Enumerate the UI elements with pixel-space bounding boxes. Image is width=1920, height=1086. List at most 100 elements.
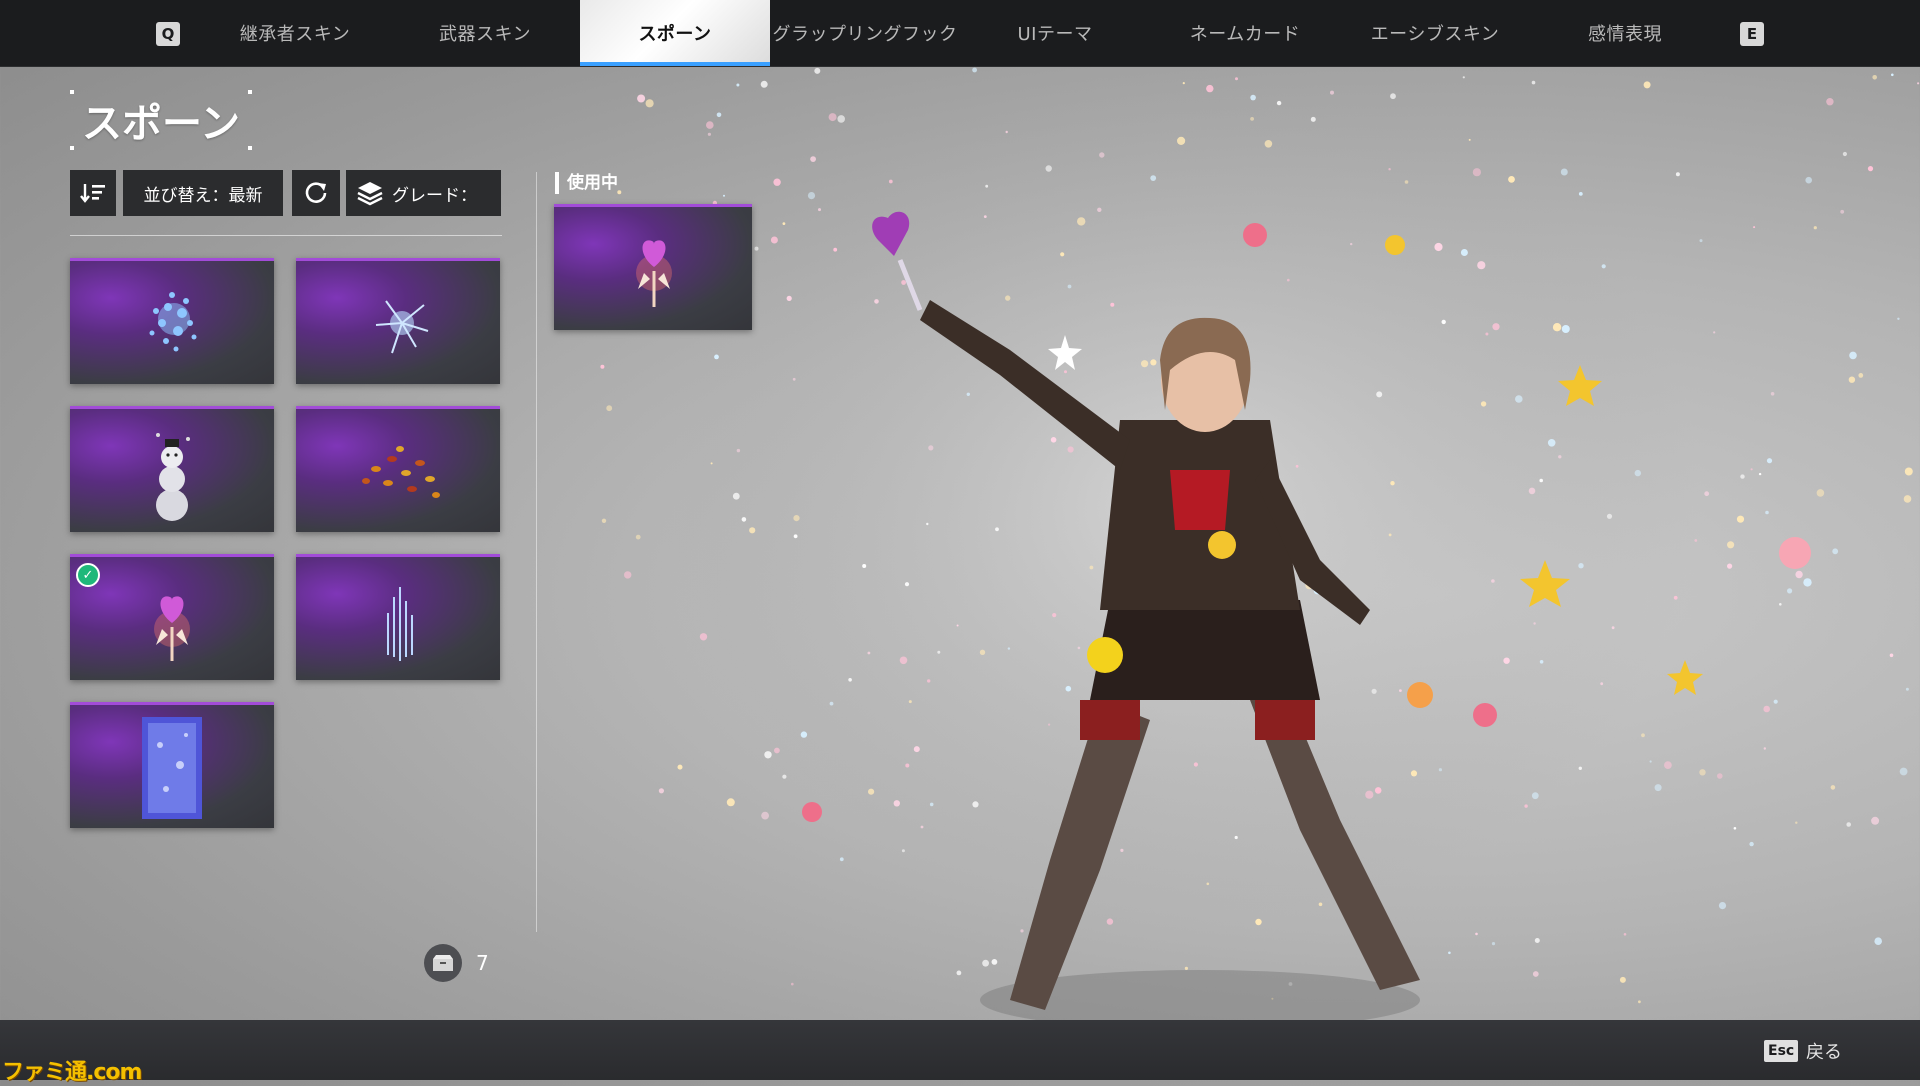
sparkle-particle [1758, 472, 1762, 476]
sparkle-particle [814, 67, 821, 74]
sparkle-particle [1310, 116, 1316, 122]
sparkle-particle [1475, 932, 1478, 936]
esc-key-hint[interactable]: Esc [1764, 1040, 1799, 1062]
sparkle-particle [1097, 207, 1102, 212]
sparkle-particle [1846, 822, 1851, 827]
tab-ui-theme[interactable]: UIテーマ [960, 0, 1150, 66]
sparkle-particle [1787, 588, 1793, 594]
sparkle-particle [1849, 351, 1857, 360]
sparkle-particle [1528, 487, 1536, 495]
spawn-item-card[interactable] [70, 702, 274, 828]
sparkle-particle [1558, 455, 1562, 459]
sparkle-particle [848, 678, 852, 682]
sparkle-particle [1235, 77, 1238, 81]
tab-name-card[interactable]: ネームカード [1150, 0, 1340, 66]
title-corner [248, 146, 252, 150]
spawn-item-card[interactable] [70, 258, 274, 384]
sparkle-particle [828, 113, 837, 122]
in-use-item-card[interactable] [554, 204, 752, 330]
item-count-value: 7 [476, 951, 489, 975]
sparkle-particle [1840, 209, 1845, 214]
sparkle-particle [793, 534, 798, 539]
blue-lightning-icon [375, 300, 429, 354]
sparkle-particle [1578, 766, 1583, 770]
sparkle-particle [862, 564, 867, 568]
sparkle-particle [1795, 821, 1798, 824]
tab-weapon-skin[interactable]: 武器スキン [390, 0, 580, 66]
sparkle-particle [901, 849, 905, 853]
sparkle-particle [1578, 192, 1583, 196]
sparkle-particle [1045, 165, 1052, 172]
sparkle-particle [1531, 80, 1536, 85]
sort-dropdown[interactable]: 並び替え：最新 [123, 170, 283, 216]
sparkle-particle [1120, 848, 1124, 853]
sparkle-particle [1560, 168, 1568, 176]
sparkle-particle [754, 246, 759, 251]
sparkle-particle [1889, 653, 1894, 658]
tab-grappling-hook[interactable]: グラップリングフック [770, 0, 960, 66]
spawn-item-card[interactable] [70, 406, 274, 532]
sparkle-particle [1250, 117, 1254, 121]
sparkle-particle [1899, 767, 1908, 776]
sparkle-particle [972, 801, 979, 808]
sparkle-particle [1234, 835, 1238, 840]
sparkle-particle [1872, 75, 1877, 80]
tab-heir-skin[interactable]: 継承者スキン [200, 0, 390, 66]
spawn-item-card[interactable] [296, 406, 500, 532]
tab-ace-skin[interactable]: エーシブスキン [1340, 0, 1530, 66]
spawn-item-card-equipped[interactable]: ✓ [70, 554, 274, 680]
sparkle-particle [1539, 660, 1544, 664]
sparkle-particle [637, 94, 646, 103]
sparkle-particle [1193, 762, 1198, 767]
sparkle-particle [1770, 392, 1775, 396]
in-use-label: 使用中 [555, 172, 618, 194]
spawn-item-card[interactable] [296, 554, 500, 680]
autumn-leaves-icon [362, 446, 440, 498]
sparkle-particle [1371, 688, 1377, 694]
sparkle-particle [1763, 747, 1767, 750]
sort-order-button[interactable] [70, 170, 116, 216]
sparkle-particle [749, 527, 756, 534]
sparkle-particle [1749, 841, 1754, 847]
tab-spawn[interactable]: スポーン [580, 0, 770, 66]
sparkle-particle [1638, 1000, 1641, 1004]
sparkle-particle [760, 80, 768, 88]
sparkle-particle [1867, 166, 1874, 172]
sparkle-particle [1150, 175, 1157, 182]
sparkle-particle [1485, 332, 1489, 336]
spawn-item-card[interactable] [296, 258, 500, 384]
back-button[interactable]: 戻る [1806, 1038, 1842, 1064]
sparkle-particle [1376, 391, 1383, 398]
sparkle-particle [710, 462, 713, 465]
sparkle-particle [1891, 73, 1894, 77]
blue-crystal-burst-icon [149, 292, 197, 352]
sparkle-particle [677, 764, 683, 770]
sparkle-particle [606, 405, 613, 412]
sparkle-particle [793, 515, 800, 522]
sparkle-particle [1477, 261, 1486, 270]
reset-filter-button[interactable] [292, 170, 340, 216]
sparkle-particle [1438, 768, 1442, 772]
toolbar-divider [70, 235, 502, 236]
sparkle-particle [1295, 464, 1299, 468]
title-corner [70, 146, 74, 150]
sparkle-particle [956, 624, 959, 627]
sparkle-particle [782, 222, 786, 226]
e-key-hint[interactable]: E [1740, 22, 1764, 46]
sparkle-particle [920, 825, 924, 829]
sparkle-particle [1460, 249, 1468, 256]
q-key-hint[interactable]: Q [156, 22, 180, 46]
sparkle-particle [1623, 933, 1627, 936]
sparkle-particle [1832, 548, 1839, 555]
sparkle-particle [1388, 533, 1392, 537]
sparkle-particle [1539, 478, 1543, 483]
sparkle-particle [782, 774, 787, 779]
top-navigation-bar: Q 継承者スキン 武器スキン スポーン グラップリングフック UIテーマ ネーム… [0, 0, 1920, 67]
sparkle-particle [839, 857, 844, 862]
tab-emotes[interactable]: 感情表現 [1530, 0, 1720, 66]
sparkle-particle [985, 184, 989, 188]
sparkle-particle [1874, 937, 1882, 945]
sparkle-particle [1766, 458, 1773, 464]
sparkle-particle [658, 788, 665, 794]
grade-filter-dropdown[interactable]: グレード： [346, 170, 501, 216]
